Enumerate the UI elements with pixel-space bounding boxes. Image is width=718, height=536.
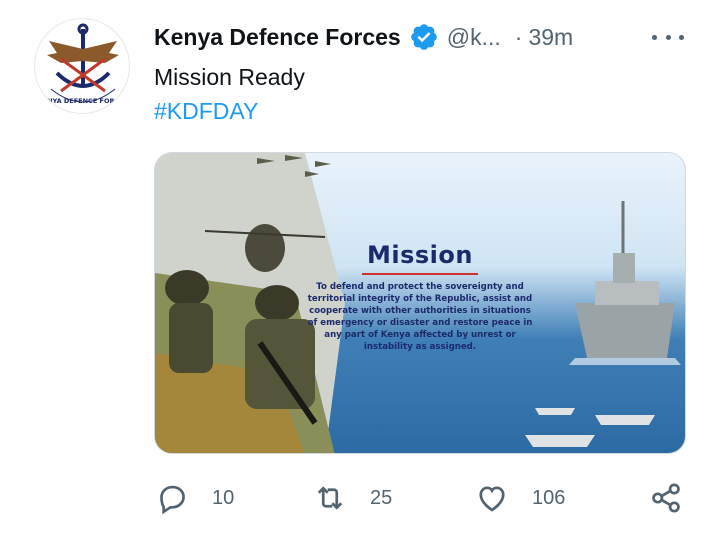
share-button[interactable] <box>648 478 684 518</box>
tweet-header: Kenya Defence Forces @k... · 39m <box>154 20 698 54</box>
verified-badge-icon <box>410 24 437 50</box>
hashtag-link[interactable]: #KDFDAY <box>154 98 258 125</box>
retweet-button[interactable]: 25 <box>312 478 392 518</box>
timestamp[interactable]: 39m <box>528 24 573 51</box>
like-icon <box>479 486 505 512</box>
retweet-count: 25 <box>370 486 393 509</box>
tweet-actions: 10 25 106 <box>154 478 694 518</box>
like-count: 106 <box>532 486 566 509</box>
tweet-image[interactable]: Mission To defend and protect the sovere… <box>154 152 686 454</box>
like-button[interactable]: 106 <box>474 478 565 518</box>
logo-text: KENYA DEFENCE FORCES <box>38 97 129 105</box>
mission-underline <box>362 273 478 275</box>
author-handle[interactable]: @k... <box>447 24 501 51</box>
more-icon[interactable] <box>652 26 684 48</box>
author-name[interactable]: Kenya Defence Forces <box>154 24 401 51</box>
share-icon <box>652 483 680 513</box>
mission-statement: Mission To defend and protect the sovere… <box>305 241 535 353</box>
tweet-text: Mission Ready <box>154 64 305 90</box>
reply-icon <box>160 485 185 515</box>
reply-count: 10 <box>212 486 235 509</box>
kdf-logo-icon: KENYA DEFENCE FORCES <box>38 23 129 105</box>
avatar[interactable]: KENYA DEFENCE FORCES <box>34 18 130 114</box>
mission-body: To defend and protect the sovereignty an… <box>307 282 533 352</box>
separator-dot: · <box>514 23 523 50</box>
retweet-icon <box>317 486 343 510</box>
reply-button[interactable]: 10 <box>154 478 234 518</box>
mission-title: Mission <box>367 241 473 269</box>
